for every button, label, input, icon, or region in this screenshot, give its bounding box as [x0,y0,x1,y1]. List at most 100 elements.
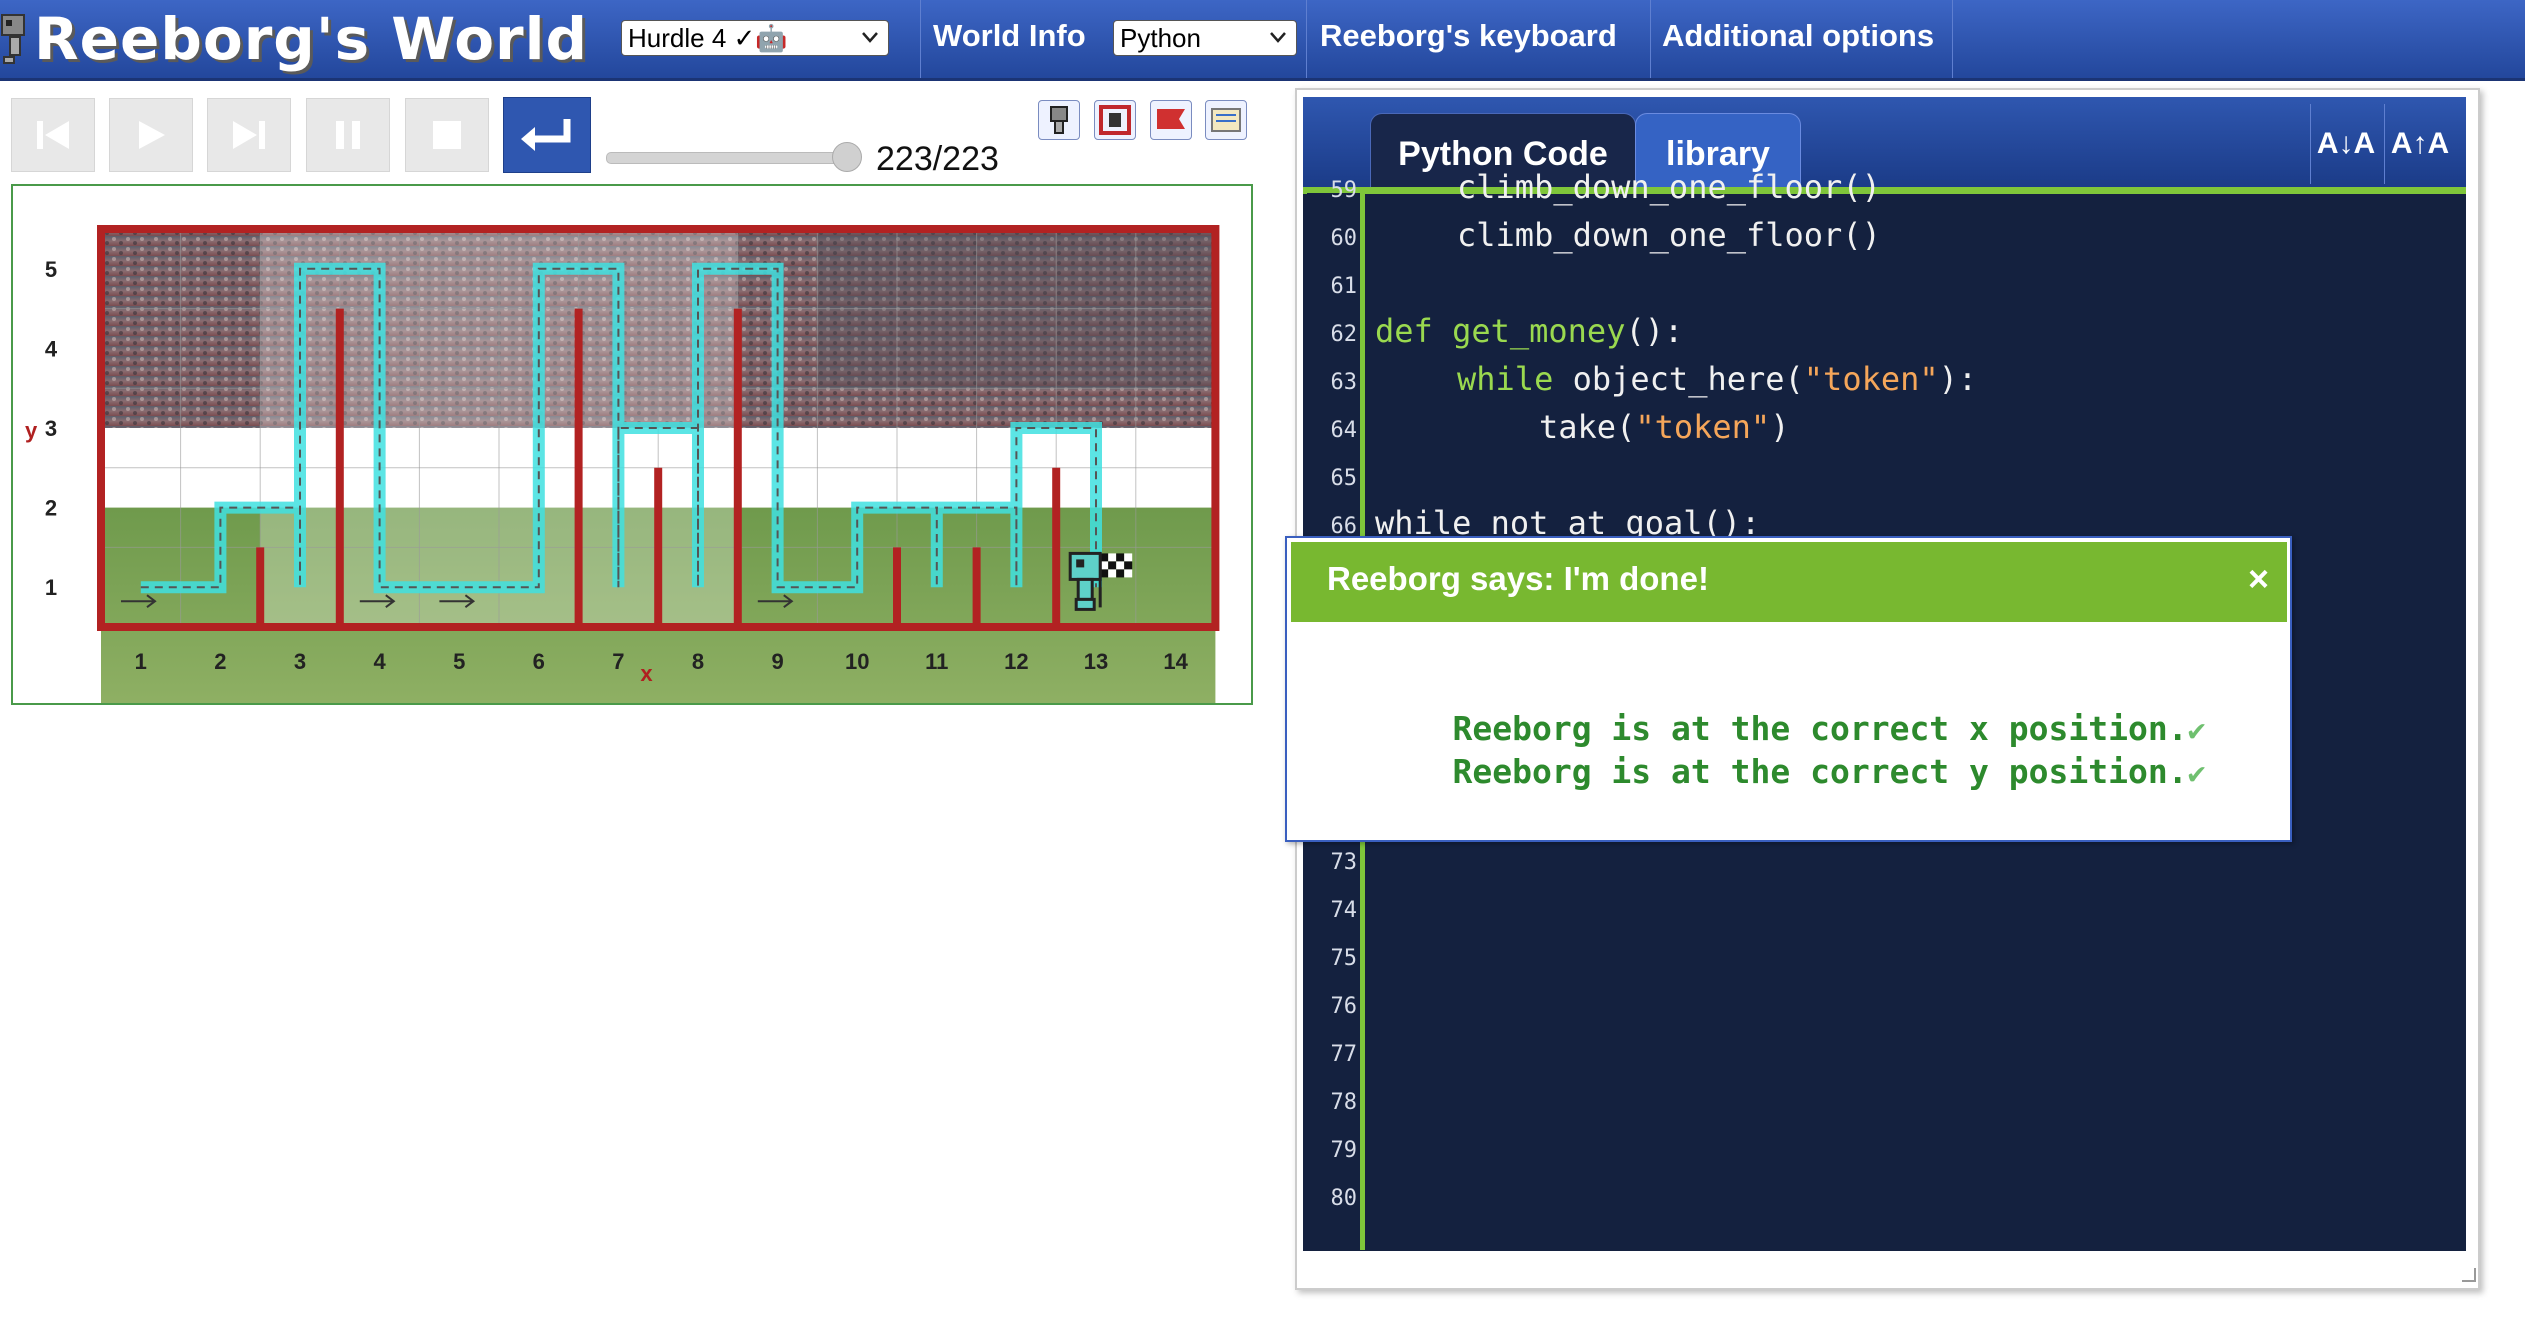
line-number: 62 [1330,322,1358,347]
flag-icon[interactable] [1150,100,1192,140]
reverse-step-button[interactable] [11,98,95,172]
x-tick-label: 5 [453,649,465,674]
language-select-value: Python [1120,22,1201,53]
code-line: climb_down_one_floor() [1457,168,1881,206]
run-button[interactable] [109,98,193,172]
close-icon[interactable]: × [2248,558,2269,600]
dialog-title: Reeborg says: I'm done! [1327,560,1709,597]
chevron-down-icon [862,32,878,43]
code-line: take("token") [1539,408,1789,446]
step-slider-handle[interactable] [832,142,862,172]
x-tick-label: 7 [612,649,624,674]
line-number: 75 [1330,946,1358,971]
line-number: 74 [1330,898,1358,923]
logo: Reeborg's World [0,2,588,76]
goal-flag-icon [1116,553,1125,562]
pause-button[interactable] [306,98,390,172]
world-editor-icon[interactable] [1205,100,1247,140]
x-tick-label: 4 [373,649,386,674]
top-menu-bar: Reeborg's World Hurdle 4 ✓🤖 World Info P… [0,0,2525,81]
pause-icon [336,121,360,149]
goal-flag-icon [1108,569,1117,578]
line-number: 76 [1330,994,1358,1019]
line-number: 73 [1330,850,1358,875]
world-canvas[interactable]: 1 2 3 4 5 6 7 8 9 10 11 12 13 1412345xy [13,186,1251,707]
x-tick-label: 8 [692,649,704,674]
x-tick-label: 2 [214,649,226,674]
goal-flag-icon [1124,553,1133,562]
goal-flag-icon [1124,561,1133,570]
language-select[interactable]: Python [1113,20,1297,56]
reeborg-logo-icon [1,14,25,64]
code-token: while [1457,360,1554,398]
y-tick-label: 5 [45,257,57,282]
additional-options-button[interactable]: Additional options [1652,0,1944,78]
goal-flag-icon [1116,561,1125,570]
robot-foot [1074,597,1096,611]
play-icon [139,121,165,149]
world-select[interactable]: Hurdle 4 ✓🤖 [621,20,889,56]
dialog-message-y: Reeborg is at the correct y position.✔ [1373,713,2206,830]
step-counter: 223/223 [876,140,999,178]
x-tick-label: 9 [771,649,783,674]
font-decrease-button[interactable]: A↓A [2310,104,2381,184]
menu-divider [1650,0,1651,78]
code-token: get_money [1452,312,1626,350]
code-token: ): [1938,360,1978,398]
line-number: 64 [1330,418,1358,443]
code-token: climb_down_one_floor() [1457,216,1881,254]
x-axis-label: x [640,661,653,686]
line-number: 65 [1330,466,1358,491]
step-button[interactable] [207,98,291,172]
x-tick-label: 1 [135,649,147,674]
stop-button[interactable] [405,98,489,172]
robot-edit-icon[interactable] [1038,100,1080,140]
resize-handle[interactable] [2462,1268,2476,1282]
check-icon: ✔ [2187,756,2206,791]
goal-flag-icon [1116,569,1125,578]
line-number: 63 [1330,370,1358,395]
menu-divider [1952,0,1953,78]
reeborg-dialog: Reeborg says: I'm done! × Reeborg is at … [1285,536,2292,842]
line-number: 77 [1330,1042,1358,1067]
font-increase-button[interactable]: A↑A [2384,104,2455,184]
y-tick-label: 3 [45,416,57,441]
code-token: (): [1625,312,1684,350]
line-number: 61 [1330,274,1358,299]
x-tick-label: 14 [1163,649,1188,674]
y-tick-label: 1 [45,575,57,600]
code-line: def get_money(): [1375,312,1683,350]
app-title: Reeborg's World [34,5,589,73]
menu-divider [920,0,921,78]
goal-flag-icon [1108,553,1117,562]
goal-flag-icon [1108,561,1117,570]
line-number: 59 [1330,178,1358,203]
world-canvas-frame: 1 2 3 4 5 6 7 8 9 10 11 12 13 14 1 2 3 4 5 x y [11,184,1253,707]
code-line: climb_down_one_floor() [1457,216,1881,254]
message-text: Reeborg is at the correct y position. [1452,752,2188,791]
x-tick-label: 10 [845,649,869,674]
step-slider[interactable] [606,152,853,164]
menu-divider [1306,0,1307,78]
walls-icon[interactable] [1094,100,1136,140]
world-select-value: Hurdle 4 ✓🤖 [628,22,788,53]
reload-button[interactable] [503,97,591,173]
skip-forward-icon [233,121,265,149]
code-token: "token" [1803,360,1939,398]
robot-eye [1076,559,1085,568]
code-token: ) [1770,408,1790,446]
x-tick-label: 13 [1084,649,1108,674]
code-token: "token" [1635,408,1771,446]
line-number: 80 [1330,1186,1358,1211]
skip-back-icon [37,121,69,149]
stop-icon [433,121,461,149]
keyboard-button[interactable]: Reeborg's keyboard [1310,0,1627,78]
world-info-button[interactable]: World Info [923,0,1096,78]
y-tick-label: 2 [45,496,57,521]
chevron-down-icon [1270,32,1286,43]
robot-head [1068,551,1102,581]
line-number: 79 [1330,1138,1358,1163]
y-axis-label: y [25,418,38,443]
robot-body [1076,577,1094,601]
